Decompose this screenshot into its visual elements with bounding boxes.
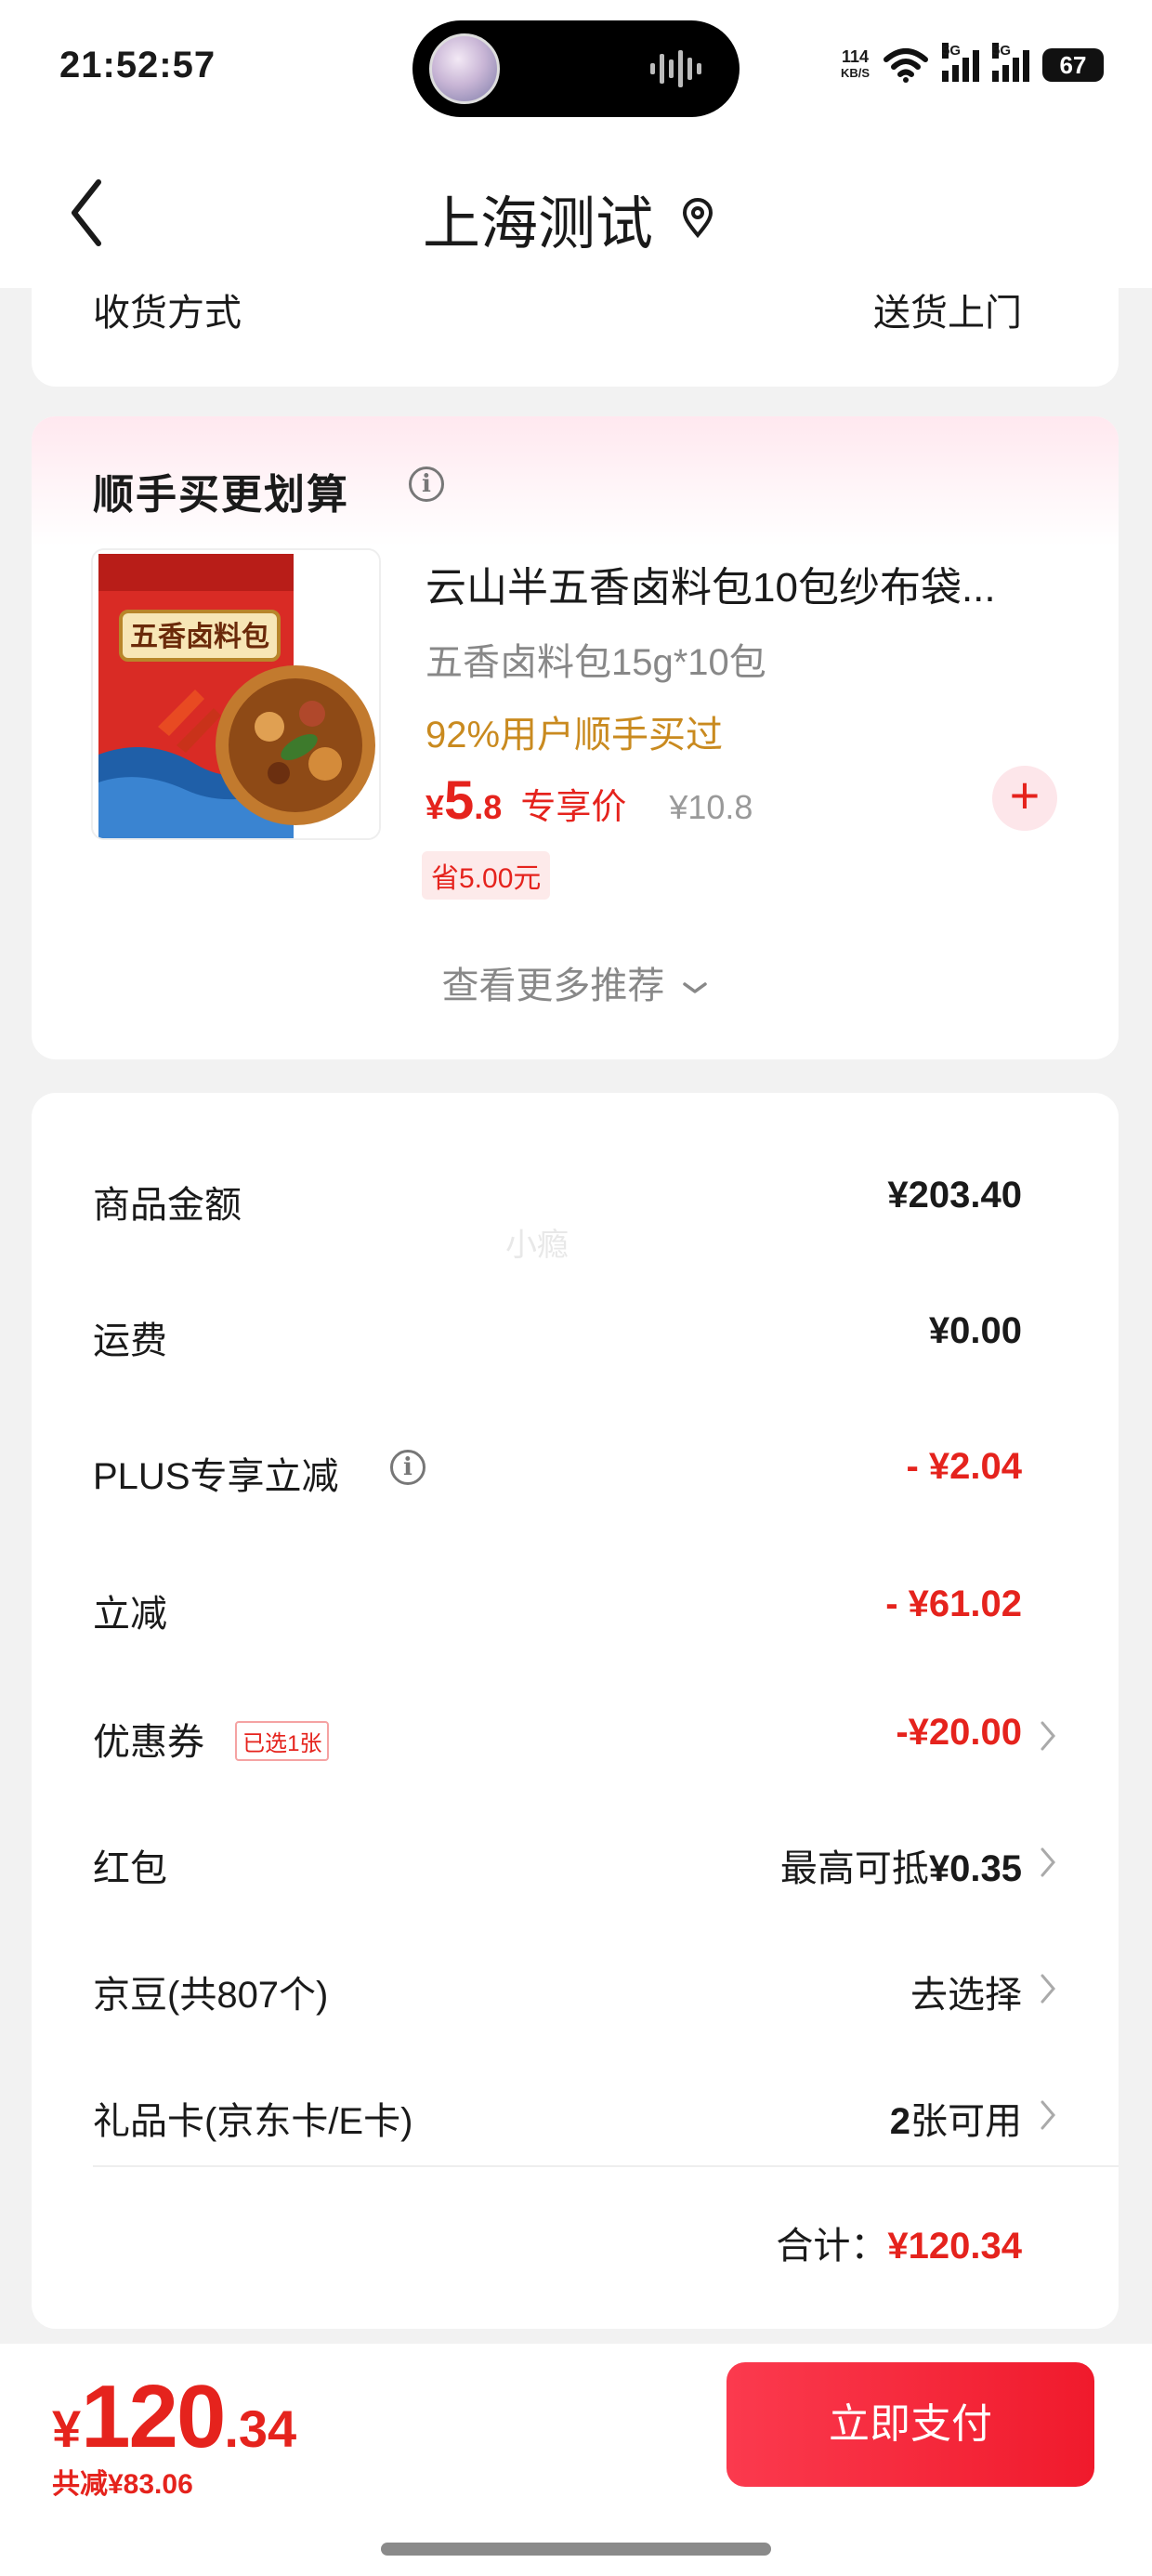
cellular-signal-icon-2: 5G — [992, 43, 1029, 82]
checkout-page: 21:52:57 114 KB/S 5G 5G 67 上海测试 收货方式 送货上… — [0, 0, 1152, 2576]
chevron-right-icon — [1041, 1721, 1055, 1751]
product-spec: 五香卤料包15g*10包 — [425, 642, 766, 683]
wifi-icon — [884, 48, 928, 83]
delivery-value: 送货上门 — [873, 293, 1022, 334]
network-speed: 114 KB/S — [841, 48, 870, 82]
music-cover-avatar — [429, 33, 500, 104]
total-decimal: .34 — [224, 2399, 297, 2458]
recommendation-card: 顺手买更划算 i 五香卤料包 云山半五香卤料包10包纱布袋... 五香卤料包15… — [32, 416, 1119, 1059]
plus-discount-text: PLUS专享立减 — [93, 1456, 339, 1497]
chevron-right-icon — [1041, 1847, 1055, 1877]
instant-discount-row: 立减 - ¥61.02 — [32, 1563, 1119, 1647]
cellular-signal-icon-1: 5G — [942, 43, 979, 82]
gift-card-row[interactable]: 礼品卡(京东卡/E卡) 2张可用 — [32, 2070, 1119, 2154]
coupon-label: 优惠券 已选1张 — [93, 1712, 330, 1766]
coupon-value: -¥20.00 — [896, 1712, 1022, 1753]
summary-divider — [93, 2165, 1119, 2167]
jd-beans-row[interactable]: 京豆(共807个) 去选择 — [32, 1944, 1119, 2028]
red-packet-label: 红包 — [93, 1848, 167, 1889]
price-currency: ¥ — [425, 788, 445, 826]
nav-header: 上海测试 — [0, 139, 1152, 288]
package-label: 五香卤料包 — [130, 621, 269, 653]
jd-beans-value: 去选择 — [910, 1975, 1022, 2016]
delivery-label: 收货方式 — [93, 293, 242, 334]
red-packet-value: 最高可抵¥0.35 — [780, 1838, 1022, 1892]
savings-badge: 省5.00元 — [422, 851, 551, 900]
gift-card-value: 2张可用 — [890, 2091, 1022, 2145]
recommendation-title: 顺手买更划算 — [93, 472, 349, 518]
coupon-row[interactable]: 优惠券 已选1张 -¥20.00 — [32, 1691, 1119, 1775]
instant-discount-value: - ¥61.02 — [885, 1584, 1022, 1624]
gift-card-suffix: 张可用 — [910, 2101, 1022, 2142]
product-image[interactable]: 五香卤料包 — [91, 548, 381, 840]
goods-amount-row: 商品金额 ¥203.40 — [32, 1154, 1119, 1238]
see-more-label: 查看更多推荐 — [441, 966, 665, 1006]
goods-amount-label: 商品金额 — [93, 1185, 242, 1226]
chevron-right-icon — [1041, 2100, 1055, 2130]
chevron-right-icon — [1041, 1974, 1055, 2004]
address-title[interactable]: 上海测试 — [423, 177, 714, 260]
plus-discount-label: PLUS专享立减 — [93, 1446, 339, 1500]
seasoning-package-illustration: 五香卤料包 — [93, 550, 379, 838]
bottom-pay-bar: ¥ 120 .34 共减¥83.06 立即支付 — [0, 2344, 1152, 2576]
jd-beans-label: 京豆(共807个) — [93, 1975, 329, 2016]
shipping-value: ¥0.00 — [928, 1310, 1022, 1351]
audio-wave-icon — [650, 50, 701, 87]
red-packet-row[interactable]: 红包 最高可抵¥0.35 — [32, 1818, 1119, 1901]
dynamic-island[interactable] — [412, 20, 740, 117]
price-decimal: .8 — [474, 788, 503, 826]
see-more-recommendations[interactable]: 查看更多推荐 — [32, 955, 1119, 1009]
coupon-text: 优惠券 — [93, 1722, 204, 1763]
product-name[interactable]: 云山半五香卤料包10包纱布袋... — [425, 554, 1094, 613]
signal-1-label: 5G — [942, 43, 962, 59]
shipping-label: 运费 — [93, 1321, 167, 1361]
goods-amount-value: ¥203.40 — [887, 1175, 1022, 1216]
delivery-method-card[interactable]: 收货方式 送货上门 — [32, 279, 1119, 387]
gift-card-count: 2 — [889, 2101, 910, 2142]
page-title: 上海测试 — [423, 192, 654, 256]
signal-2-label: 5G — [992, 43, 1012, 59]
original-price: ¥10.8 — [669, 788, 753, 826]
network-speed-value: 114 — [841, 47, 869, 66]
battery-level: 67 — [1059, 50, 1087, 79]
info-icon[interactable]: i — [409, 467, 444, 502]
status-icons: 114 KB/S 5G 5G 67 — [841, 37, 1113, 93]
total-currency: ¥ — [52, 2399, 82, 2458]
add-to-order-button[interactable]: + — [992, 766, 1057, 831]
order-summary-card: 小瘾 商品金额 ¥203.40 运费 ¥0.00 PLUS专享立减 i - ¥2… — [32, 1093, 1119, 2329]
total-integer: 120 — [81, 2367, 226, 2466]
battery-icon: 67 — [1042, 48, 1113, 82]
status-time: 21:52:57 — [59, 45, 216, 85]
pay-now-button[interactable]: 立即支付 — [727, 2362, 1094, 2487]
coupon-selected-badge: 已选1张 — [235, 1720, 330, 1761]
subtotal-value: ¥120.34 — [887, 2226, 1022, 2267]
home-indicator[interactable] — [381, 2543, 771, 2556]
product-buy-rate: 92%用户顺手买过 — [425, 715, 724, 756]
price-integer: 5 — [444, 770, 475, 831]
subtotal-row: 合计：¥120.34 — [776, 2215, 1022, 2269]
back-arrow-icon[interactable] — [56, 171, 121, 255]
instant-discount-label: 立减 — [93, 1594, 167, 1635]
plus-discount-value: - ¥2.04 — [906, 1446, 1022, 1487]
location-pin-icon — [683, 198, 713, 239]
chevron-down-icon — [682, 982, 707, 994]
status-bar: 21:52:57 114 KB/S 5G 5G 67 — [0, 0, 1152, 139]
shipping-row: 运费 ¥0.00 — [32, 1290, 1119, 1373]
plus-discount-row: PLUS专享立减 i - ¥2.04 — [32, 1426, 1119, 1509]
network-speed-unit: KB/S — [840, 66, 870, 80]
price-tag: 专享价 — [520, 788, 627, 827]
final-total: ¥ 120 .34 — [52, 2366, 296, 2468]
gift-card-label: 礼品卡(京东卡/E卡) — [93, 2101, 413, 2142]
product-price: ¥ 5 .8 专享价 ¥10.8 — [425, 769, 753, 832]
total-saved: 共减¥83.06 — [52, 2469, 193, 2500]
info-icon[interactable]: i — [390, 1450, 425, 1485]
subtotal-label: 合计： — [776, 2226, 888, 2267]
red-packet-amount: ¥0.35 — [928, 1848, 1022, 1889]
red-packet-prefix: 最高可抵 — [779, 1848, 929, 1889]
